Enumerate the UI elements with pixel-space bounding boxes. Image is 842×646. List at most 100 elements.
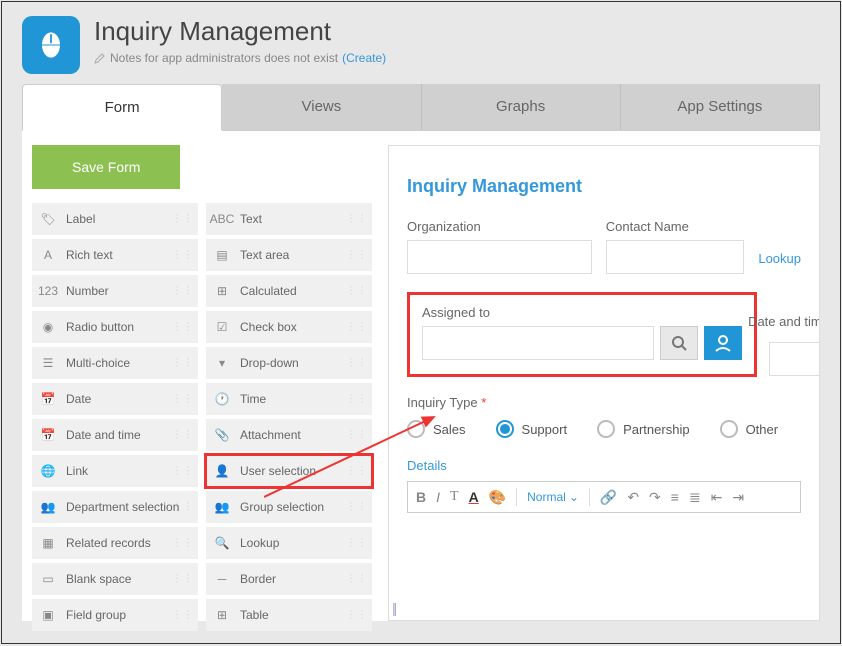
field-label: User selection <box>240 464 316 478</box>
tab-graphs[interactable]: Graphs <box>422 84 621 130</box>
field-label: Date <box>66 392 91 406</box>
field-type-multi-choice[interactable]: ☰Multi-choice⋮⋮ <box>32 347 198 379</box>
field-icon: ⊞ <box>212 605 232 625</box>
assigned-to-input[interactable] <box>422 326 654 360</box>
field-label: Lookup <box>240 536 279 550</box>
field-label: Rich text <box>66 248 113 262</box>
field-type-link[interactable]: 🌐Link⋮⋮ <box>32 455 198 487</box>
drag-grip-icon: ⋮⋮ <box>346 358 368 369</box>
field-label: Radio button <box>66 320 134 334</box>
drag-grip-icon: ⋮⋮ <box>346 322 368 333</box>
tab-form[interactable]: Form <box>22 84 222 131</box>
format-dropdown[interactable]: Normal ⌄ <box>527 490 579 504</box>
text-color-button[interactable]: A <box>469 489 479 505</box>
contact-name-input[interactable] <box>606 240 745 274</box>
field-type-drop-down[interactable]: ▾Drop-down⋮⋮ <box>206 347 372 379</box>
drag-grip-icon: ⋮⋮ <box>346 214 368 225</box>
field-type-blank-space[interactable]: ▭Blank space⋮⋮ <box>32 563 198 595</box>
field-type-date-and-time[interactable]: 📅Date and time⋮⋮ <box>32 419 198 451</box>
lookup-link[interactable]: Lookup <box>758 251 801 274</box>
user-icon <box>713 333 733 353</box>
field-label: Calculated <box>240 284 297 298</box>
field-palette: Save Form 🏷Label⋮⋮ABCText⋮⋮ARich text⋮⋮▤… <box>22 131 382 621</box>
field-type-text-area[interactable]: ▤Text area⋮⋮ <box>206 239 372 271</box>
field-icon: 🔍 <box>212 533 232 553</box>
field-type-border[interactable]: ─Border⋮⋮ <box>206 563 372 595</box>
tab-settings[interactable]: App Settings <box>621 84 820 130</box>
field-type-number[interactable]: 123 Number ⋮⋮ <box>32 275 198 307</box>
undo-button[interactable]: ↶ <box>627 489 639 506</box>
radio-partnership[interactable]: Partnership <box>597 420 689 438</box>
date-time-input[interactable] <box>769 342 819 376</box>
field-type-calculated[interactable]: ⊞Calculated⋮⋮ <box>206 275 372 307</box>
field-icon: ▭ <box>38 569 58 589</box>
drag-grip-icon: ⋮⋮ <box>172 286 194 297</box>
field-icon: ☰ <box>38 353 58 373</box>
radio-support[interactable]: Support <box>496 420 568 438</box>
chevron-down-icon: ⌄ <box>569 490 579 504</box>
field-label: Department selection <box>66 500 179 514</box>
field-icon: ABC <box>212 209 232 229</box>
field-type-department-selection[interactable]: 👥Department selection⋮⋮ <box>32 491 198 523</box>
field-label: Link <box>66 464 88 478</box>
field-type-text[interactable]: ABCText⋮⋮ <box>206 203 372 235</box>
italic-button[interactable]: I <box>436 489 440 505</box>
field-icon: 👥 <box>38 497 58 517</box>
field-icon: 🏷 <box>38 209 58 229</box>
organization-input[interactable] <box>407 240 592 274</box>
outdent-button[interactable]: ⇤ <box>711 489 723 506</box>
field-label: Number <box>66 284 109 298</box>
field-icon: ─ <box>212 569 232 589</box>
text-size-button[interactable]: T <box>450 489 459 505</box>
field-icon: 👥 <box>212 497 232 517</box>
redo-button[interactable]: ↷ <box>649 489 661 506</box>
field-type-user-selection[interactable]: 👤User selection⋮⋮ <box>206 455 372 487</box>
link-button[interactable]: 🔗 <box>600 489 617 506</box>
field-icon: 123 <box>38 281 58 301</box>
search-button[interactable] <box>660 326 698 360</box>
drag-grip-icon: ⋮⋮ <box>346 538 368 549</box>
field-type-related-records[interactable]: ▦Related records⋮⋮ <box>32 527 198 559</box>
indent-button[interactable]: ⇥ <box>732 489 744 506</box>
field-type-field-group[interactable]: ▣Field group⋮⋮ <box>32 599 198 631</box>
bold-button[interactable]: B <box>416 489 426 505</box>
user-picker-button[interactable] <box>704 326 742 360</box>
drag-grip-icon: ⋮⋮ <box>172 466 194 477</box>
field-label: Drop-down <box>240 356 299 370</box>
field-type-rich-text[interactable]: ARich text⋮⋮ <box>32 239 198 271</box>
field-label: Attachment <box>240 428 301 442</box>
palette-button[interactable]: 🎨 <box>489 489 506 506</box>
create-link[interactable]: (Create) <box>342 51 386 65</box>
search-icon <box>671 335 687 351</box>
contact-name-label: Contact Name <box>606 219 745 234</box>
field-label: Table <box>240 608 269 622</box>
field-label: Blank space <box>66 572 131 586</box>
tab-views[interactable]: Views <box>222 84 421 130</box>
field-type-group-selection[interactable]: 👥Group selection⋮⋮ <box>206 491 372 523</box>
field-label: Multi-choice <box>66 356 130 370</box>
assigned-to-label: Assigned to <box>422 305 742 320</box>
drag-grip-icon: ⋮⋮ <box>346 430 368 441</box>
field-type-label[interactable]: 🏷Label⋮⋮ <box>32 203 198 235</box>
field-label: Group selection <box>240 500 324 514</box>
field-type-lookup[interactable]: 🔍 Lookup ⋮⋮ <box>206 527 372 559</box>
field-type-check-box[interactable]: ☑Check box⋮⋮ <box>206 311 372 343</box>
field-type-date[interactable]: 📅Date⋮⋮ <box>32 383 198 415</box>
field-type-time[interactable]: 🕐Time⋮⋮ <box>206 383 372 415</box>
field-icon: 📅 <box>38 389 58 409</box>
resize-handle[interactable]: || <box>392 600 395 616</box>
organization-label: Organization <box>407 219 592 234</box>
admin-note: Notes for app administrators does not ex… <box>94 51 386 65</box>
field-label: Date and time <box>66 428 141 442</box>
radio-sales[interactable]: Sales <box>407 420 466 438</box>
save-form-button[interactable]: Save Form <box>32 145 180 189</box>
field-type-attachment[interactable]: 📎Attachment⋮⋮ <box>206 419 372 451</box>
inquiry-type-label: Inquiry Type * <box>407 395 801 410</box>
list-ul-button[interactable]: ≡ <box>671 489 679 505</box>
field-type-table[interactable]: ⊞Table⋮⋮ <box>206 599 372 631</box>
app-icon <box>22 16 80 74</box>
radio-other[interactable]: Other <box>720 420 779 438</box>
field-type-radio-button[interactable]: ◉Radio button⋮⋮ <box>32 311 198 343</box>
field-icon: ▣ <box>38 605 58 625</box>
list-ol-button[interactable]: ≣ <box>689 489 701 506</box>
